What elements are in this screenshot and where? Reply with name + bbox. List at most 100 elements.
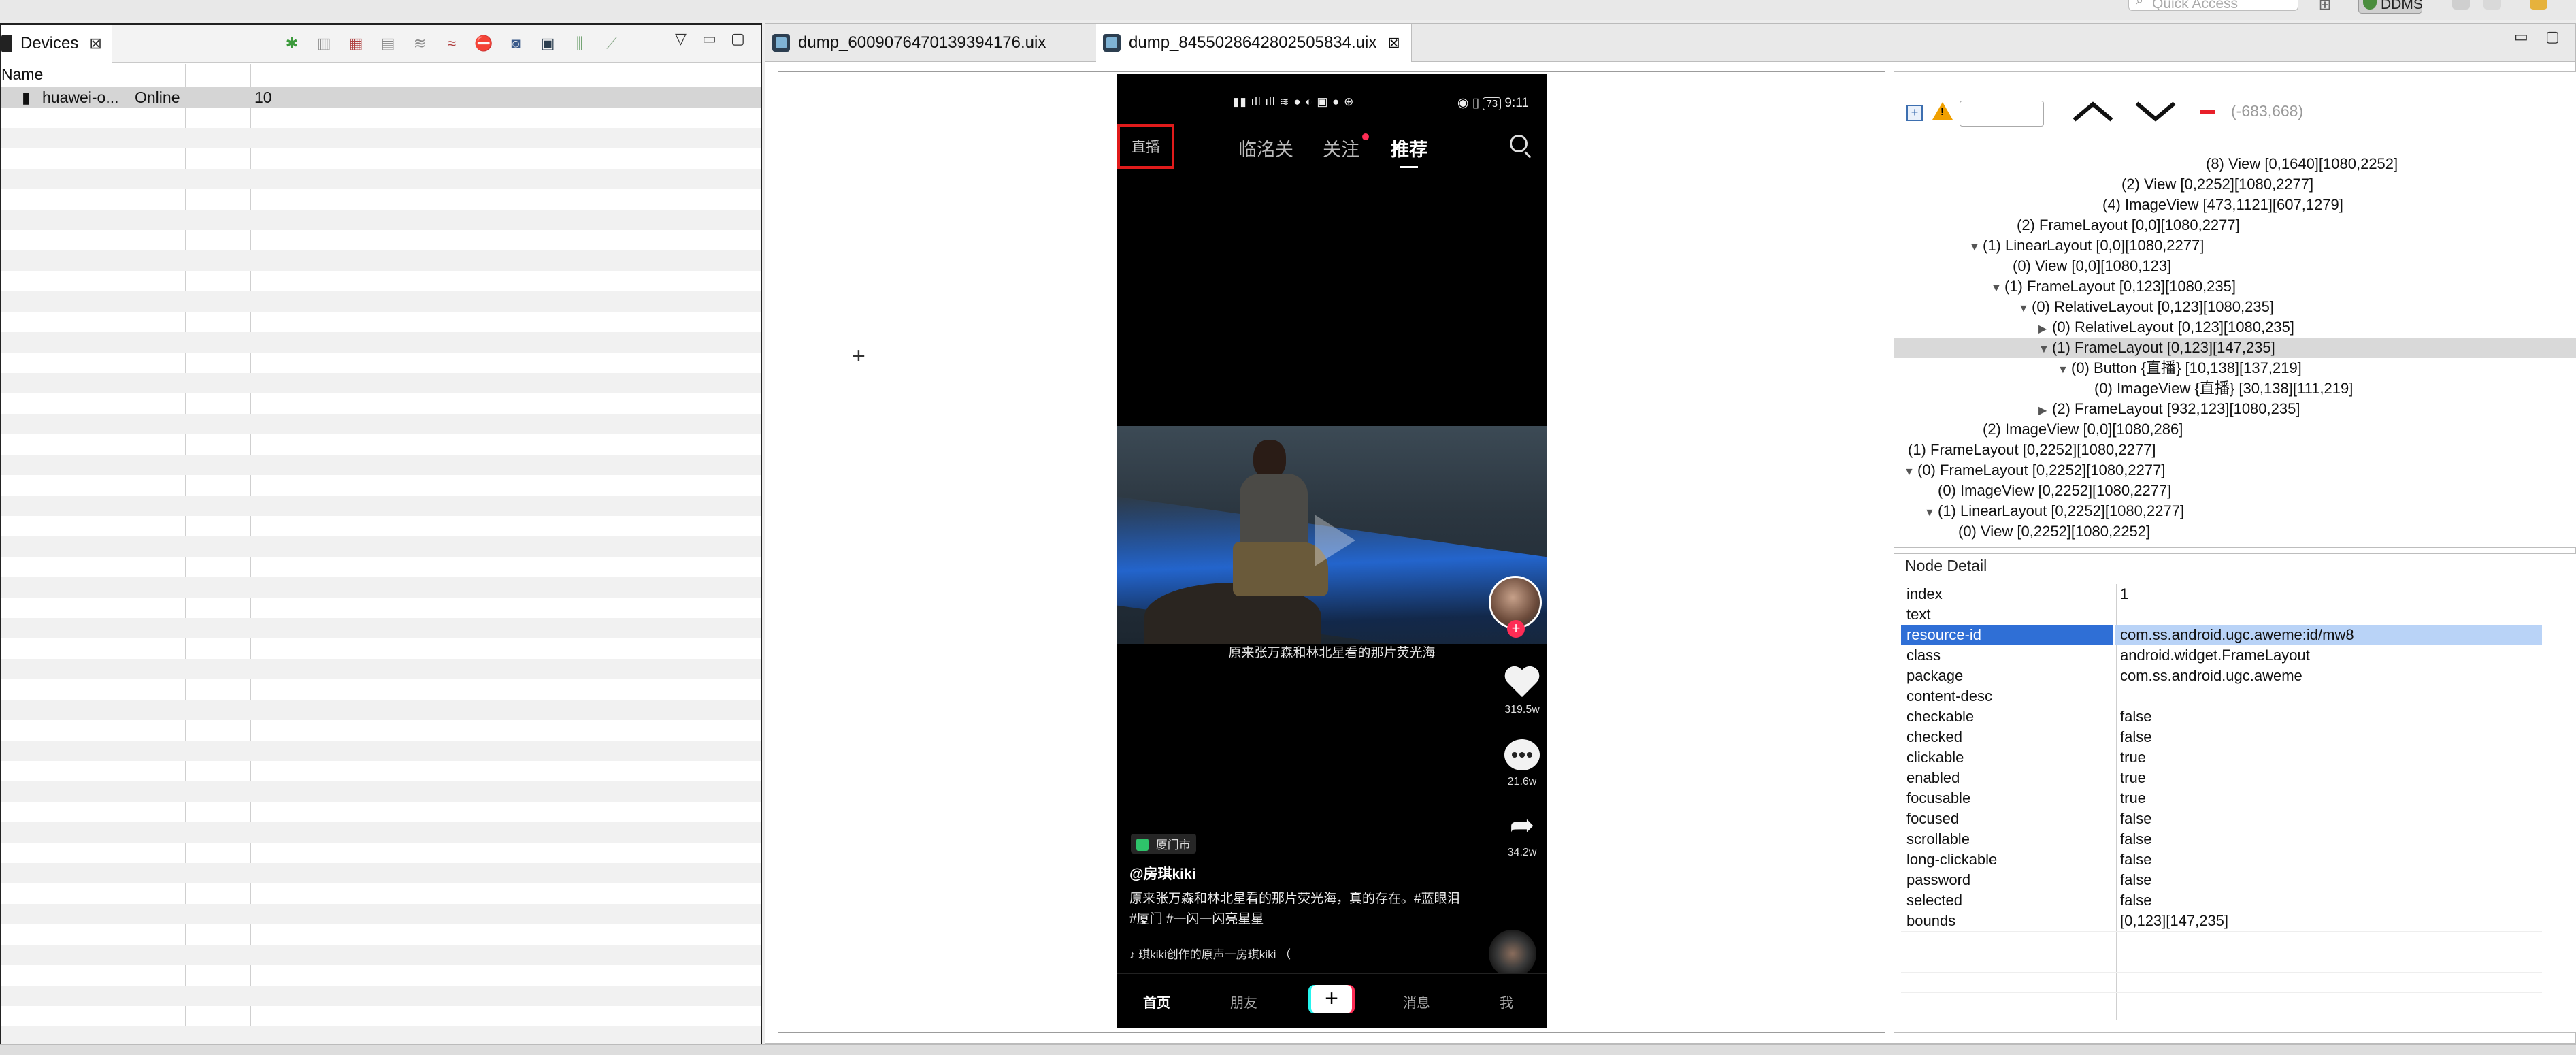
share-action[interactable]: ➦ 34.2w bbox=[1498, 810, 1546, 859]
stop-process-icon[interactable]: ⛔ bbox=[472, 32, 495, 55]
detail-row[interactable]: password false bbox=[1901, 870, 2542, 890]
detail-row[interactable]: long-clickable false bbox=[1901, 849, 2542, 870]
screenshot-panel[interactable]: + ▮▮ ıll ıll ≋ ● ◐ ▣ ● ⊕ ◉ ▯ 73 9:11 直播 … bbox=[778, 71, 1885, 1033]
dump-hprof-icon[interactable]: ▦ bbox=[344, 32, 367, 55]
music-disc[interactable] bbox=[1489, 930, 1536, 977]
author-name[interactable]: @房琪kiki bbox=[1129, 863, 1196, 883]
perspective-icon[interactable] bbox=[2483, 0, 2501, 10]
perspective-icon[interactable] bbox=[2530, 0, 2547, 10]
collapsed-toggle-icon[interactable]: ▶ bbox=[2038, 401, 2052, 421]
tab-dump-1[interactable]: dump_6009076470139394176.uix bbox=[765, 24, 1058, 62]
device-row[interactable]: ▮ huawei-o... Online 10 bbox=[1, 87, 761, 108]
expanded-toggle-icon[interactable]: ▼ bbox=[2058, 360, 2071, 380]
detail-row[interactable]: resource-id com.ss.android.ugc.aweme:id/m… bbox=[1901, 625, 2542, 645]
tab-recommended[interactable]: 推荐 bbox=[1391, 135, 1427, 168]
update-heap-icon[interactable]: ▥ bbox=[312, 32, 335, 55]
tree-node[interactable]: (0) View [0,2252][1080,2252] bbox=[1894, 521, 2576, 542]
screen-capture-icon[interactable]: ◙ bbox=[504, 32, 527, 55]
detail-row[interactable]: text bbox=[1901, 604, 2542, 625]
nav-home[interactable]: 首页 bbox=[1143, 992, 1170, 1011]
search-node-input[interactable] bbox=[1960, 101, 2044, 127]
tree-node[interactable]: (1) FrameLayout [0,2252][1080,2277] bbox=[1894, 440, 2576, 460]
tree-node[interactable]: (2) FrameLayout [0,0][1080,2277] bbox=[1894, 215, 2576, 236]
detail-row[interactable]: scrollable false bbox=[1901, 829, 2542, 849]
live-button[interactable]: 直播 bbox=[1117, 124, 1174, 169]
start-method-profiling-icon[interactable]: ≈ bbox=[440, 32, 463, 55]
debug-icon[interactable]: ✱ bbox=[280, 32, 303, 55]
detail-row[interactable]: enabled true bbox=[1901, 768, 2542, 788]
minimize-icon[interactable]: ▭ bbox=[702, 30, 716, 48]
search-icon[interactable] bbox=[1510, 135, 1528, 152]
detail-row[interactable]: focusable true bbox=[1901, 788, 2542, 809]
expanded-toggle-icon[interactable]: ▼ bbox=[1991, 278, 2004, 299]
tree-node[interactable]: (2) ImageView [0,0][1080,286] bbox=[1894, 419, 2576, 440]
follow-plus-icon[interactable]: + bbox=[1507, 620, 1525, 638]
nav-messages[interactable]: 消息 bbox=[1403, 992, 1430, 1011]
chevron-up-icon[interactable] bbox=[2070, 98, 2111, 125]
tree-node[interactable]: ▶ (0) RelativeLayout [0,123][1080,235] bbox=[1894, 317, 2576, 338]
dump-view-hierarchy-icon[interactable]: ▣ bbox=[536, 32, 559, 55]
opengl-trace-icon[interactable]: ⟋ bbox=[600, 32, 623, 55]
cause-gc-icon[interactable]: ▤ bbox=[376, 32, 399, 55]
clear-icon[interactable] bbox=[2200, 110, 2215, 114]
collapsed-toggle-icon[interactable]: ▶ bbox=[2038, 319, 2052, 340]
create-button[interactable]: + bbox=[1311, 985, 1352, 1013]
tree-node[interactable]: ▼ (0) RelativeLayout [0,123][1080,235] bbox=[1894, 297, 2576, 317]
systrace-icon[interactable]: ⫼ bbox=[568, 32, 591, 55]
tree-node[interactable]: ▼ (1) LinearLayout [0,2252][1080,2277] bbox=[1894, 501, 2576, 521]
tree-node[interactable]: (8) View [0,1640][1080,2252] bbox=[1894, 154, 2576, 174]
tree-node[interactable]: ▼ (0) Button {直播} [10,138][137,219] bbox=[1894, 358, 2576, 378]
expanded-toggle-icon[interactable]: ▼ bbox=[2038, 340, 2052, 360]
music-row[interactable]: ♪ 琪kiki创作的原声一房琪kiki （ bbox=[1129, 945, 1291, 962]
tree-node[interactable]: (2) View [0,2252][1080,2277] bbox=[1894, 174, 2576, 195]
tab-following[interactable]: 关注 bbox=[1323, 135, 1359, 161]
expanded-toggle-icon[interactable]: ▼ bbox=[1969, 238, 1983, 258]
detail-row[interactable]: checked false bbox=[1901, 727, 2542, 747]
hierarchy-tree[interactable]: (8) View [0,1640][1080,2252] (2) View [0,… bbox=[1894, 154, 2576, 542]
close-icon[interactable]: ⊠ bbox=[89, 35, 101, 52]
close-icon[interactable]: ⊠ bbox=[1387, 34, 1400, 52]
comment-action[interactable]: 21.6w bbox=[1498, 739, 1546, 788]
device-screenshot[interactable]: ▮▮ ıll ıll ≋ ● ◐ ▣ ● ⊕ ◉ ▯ 73 9:11 直播 临洺… bbox=[1117, 74, 1547, 1028]
detail-row[interactable]: class android.widget.FrameLayout bbox=[1901, 645, 2542, 666]
tree-node[interactable]: (0) ImageView [0,2252][1080,2277] bbox=[1894, 481, 2576, 501]
location-tag[interactable]: 厦门市 bbox=[1131, 834, 1196, 854]
maximize-icon[interactable]: ▢ bbox=[731, 30, 745, 48]
detail-row[interactable]: bounds [0,123][147,235] bbox=[1901, 911, 2542, 931]
detail-row[interactable]: checkable false bbox=[1901, 707, 2542, 727]
minimize-icon[interactable]: ▭ bbox=[2514, 28, 2528, 46]
tree-node[interactable]: ▼ (0) FrameLayout [0,2252][1080,2277] bbox=[1894, 460, 2576, 481]
detail-row[interactable]: content-desc bbox=[1901, 686, 2542, 707]
detail-row[interactable]: package com.ss.android.ugc.aweme bbox=[1901, 666, 2542, 686]
tree-node[interactable]: (0) ImageView {直播} [30,138][111,219] bbox=[1894, 378, 2576, 399]
tree-node[interactable]: ▼ (1) LinearLayout [0,0][1080,2277] bbox=[1894, 236, 2576, 256]
ddms-perspective-button[interactable]: DDMS bbox=[2358, 0, 2423, 14]
nav-friends[interactable]: 朋友 bbox=[1230, 992, 1257, 1011]
detail-row[interactable]: clickable true bbox=[1901, 747, 2542, 768]
detail-row[interactable]: index 1 bbox=[1901, 584, 2542, 604]
tree-node[interactable]: (0) View [0,0][1080,123] bbox=[1894, 256, 2576, 276]
tab-local[interactable]: 临洺关 bbox=[1238, 135, 1293, 161]
expanded-toggle-icon[interactable]: ▼ bbox=[1924, 503, 1938, 523]
detail-row[interactable]: focused false bbox=[1901, 809, 2542, 829]
update-threads-icon[interactable]: ≋ bbox=[408, 32, 431, 55]
video-frame[interactable] bbox=[1117, 426, 1547, 644]
tab-dump-2[interactable]: dump_8455028642802505834.uix ⊠ bbox=[1096, 24, 1412, 62]
expand-all-icon[interactable]: + bbox=[1906, 105, 1923, 121]
play-icon[interactable] bbox=[1315, 515, 1355, 566]
tree-node[interactable]: (4) ImageView [473,1121][607,1279] bbox=[1894, 195, 2576, 215]
quick-access-field[interactable]: ⌕ Quick Access bbox=[2128, 0, 2298, 11]
tree-node[interactable]: ▼ (1) FrameLayout [0,123][1080,235] bbox=[1894, 276, 2576, 297]
expanded-toggle-icon[interactable]: ▼ bbox=[2018, 299, 2032, 319]
chevron-down-icon[interactable] bbox=[2132, 98, 2173, 125]
open-perspective-icon[interactable]: ⊞ bbox=[2313, 0, 2336, 12]
detail-row[interactable]: selected false bbox=[1901, 890, 2542, 911]
tab-devices[interactable]: Devices ⊠ bbox=[1, 25, 112, 63]
tree-node[interactable]: ▶ (2) FrameLayout [932,123][1080,235] bbox=[1894, 399, 2576, 419]
warning-icon[interactable]: ! bbox=[1932, 102, 1953, 120]
nav-me[interactable]: 我 bbox=[1500, 992, 1513, 1011]
perspective-icon[interactable] bbox=[2452, 0, 2470, 10]
expanded-toggle-icon[interactable]: ▼ bbox=[1904, 462, 1917, 483]
tree-node[interactable]: ▼ (1) FrameLayout [0,123][147,235] bbox=[1894, 338, 2576, 358]
view-menu-icon[interactable]: ▽ bbox=[675, 30, 687, 48]
